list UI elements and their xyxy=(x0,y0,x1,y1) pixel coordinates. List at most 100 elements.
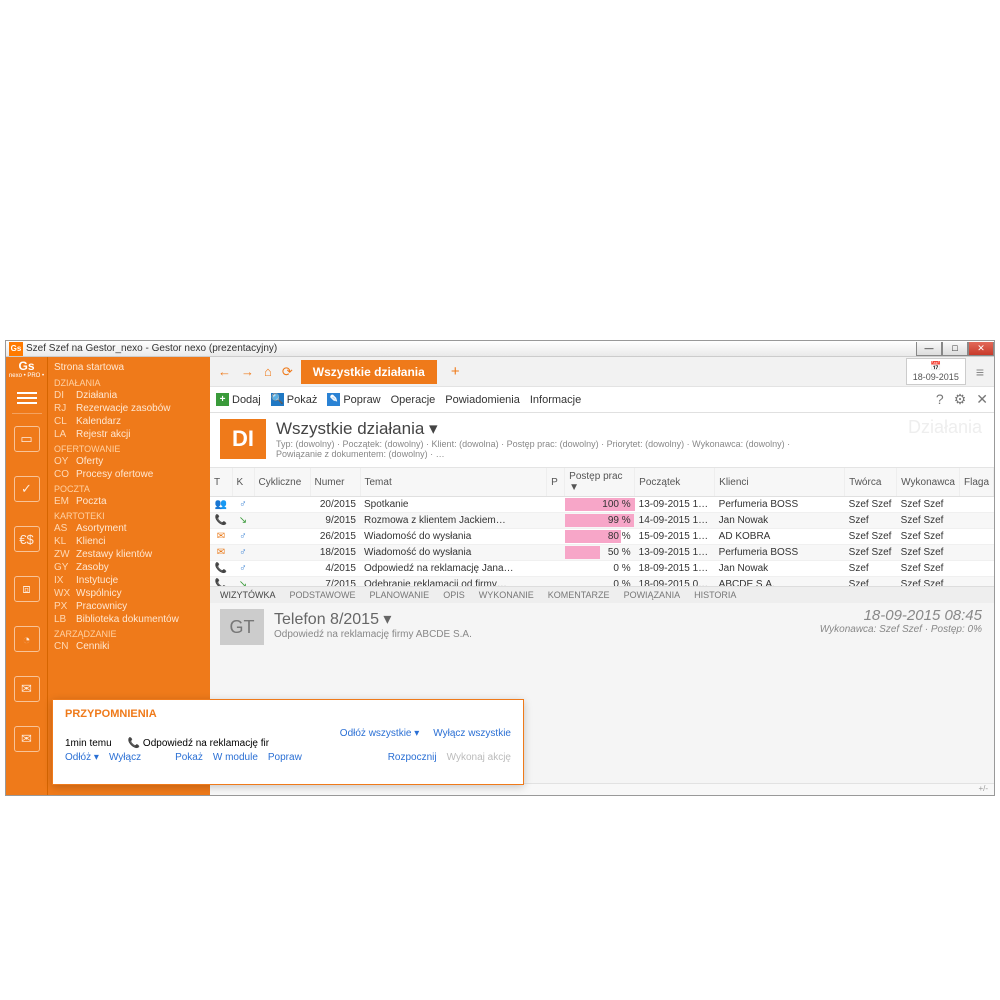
do-action-link: Wykonaj akcję xyxy=(447,752,511,763)
postpone-link[interactable]: Odłóż ▾ xyxy=(65,752,99,763)
show-link[interactable]: Pokaż xyxy=(175,752,203,763)
maximize-button[interactable]: □ xyxy=(942,342,968,356)
sidebar-item[interactable]: RJRezerwacje zasobów xyxy=(48,402,210,415)
sidebar-item[interactable]: KLKlienci xyxy=(48,535,210,548)
col-start[interactable]: Początek xyxy=(635,468,715,497)
col-k[interactable]: K xyxy=(232,468,254,497)
sidebar-item[interactable]: CNCenniki xyxy=(48,640,210,653)
close-view-icon[interactable]: ✕ xyxy=(976,391,988,408)
hamburger-icon[interactable] xyxy=(17,389,37,407)
col-p[interactable]: P xyxy=(547,468,565,497)
app-window: Gs Szef Szef na Gestor_nexo - Gestor nex… xyxy=(5,340,995,796)
start-link[interactable]: Rozpocznij xyxy=(388,752,437,763)
filter-summary-2[interactable]: Powiązanie z dokumentem: (dowolny) · … xyxy=(276,449,790,459)
sidebar-item[interactable]: LARejestr akcji xyxy=(48,428,210,441)
table-row[interactable]: 👥♂20/2015Spotkanie100 %13-09-2015 1…Perf… xyxy=(210,497,994,513)
sidebar-item[interactable]: ASAsortyment xyxy=(48,522,210,535)
detail-tabs: WIZYTÓWKA PODSTAWOWE PLANOWANIE OPIS WYKONAN… xyxy=(210,586,994,603)
module-icon-mail[interactable]: ✉ xyxy=(14,726,40,752)
sidebar-section: DZIAŁANIA xyxy=(48,375,210,389)
detail-tab[interactable]: OPIS xyxy=(443,590,465,600)
postpone-all-link[interactable]: Odłóż wszystkie ▾ xyxy=(340,728,420,739)
detail-tab[interactable]: WYKONANIE xyxy=(479,590,534,600)
detail-executor: Wykonawca: Szef Szef · Postęp: 0% xyxy=(820,624,982,635)
off-all-link[interactable]: Wyłącz wszystkie xyxy=(433,728,511,739)
module-icon-money[interactable]: €$ xyxy=(14,526,40,552)
sidebar-item[interactable]: GYZasoby xyxy=(48,561,210,574)
table-row[interactable]: 📞↘9/2015Rozmowa z klientem Jackiem…99 %1… xyxy=(210,513,994,529)
sidebar-item[interactable]: COProcesy ofertowe xyxy=(48,468,210,481)
detail-tab[interactable]: HISTORIA xyxy=(694,590,736,600)
notif-button[interactable]: Powiadomienia xyxy=(445,394,520,406)
detail-title[interactable]: Telefon 8/2015 ▾ xyxy=(274,609,472,629)
data-grid[interactable]: T K Cykliczne Numer Temat P Postęp prac … xyxy=(210,468,994,586)
sidebar-start[interactable]: Strona startowa xyxy=(48,360,210,375)
col-flag[interactable]: Flaga xyxy=(959,468,993,497)
module-icon-cert[interactable]: ▭ xyxy=(14,426,40,452)
sidebar-item[interactable]: ZWZestawy klientów xyxy=(48,548,210,561)
sidebar-item[interactable]: EMPoczta xyxy=(48,495,210,508)
detail-datetime: 18-09-2015 08:45 xyxy=(820,607,982,624)
col-progress[interactable]: Postęp prac ▼ xyxy=(565,468,635,497)
off-link[interactable]: Wyłącz xyxy=(109,752,141,763)
iconbar: Gsnexo • PRO • ▭ ✓ €$ ⧈ ◔ ✉ ✉ xyxy=(6,357,48,795)
in-module-link[interactable]: W module xyxy=(213,752,258,763)
detail-tab[interactable]: WIZYTÓWKA xyxy=(220,590,276,600)
nav-fwd-icon[interactable]: → xyxy=(239,364,256,379)
tab-active[interactable]: Wszystkie działania xyxy=(301,360,437,384)
edit-button[interactable]: ✎Popraw xyxy=(327,393,380,406)
help-icon[interactable]: ? xyxy=(936,391,944,408)
col-creator[interactable]: Twórca xyxy=(845,468,897,497)
ops-button[interactable]: Operacje xyxy=(391,394,436,406)
close-button[interactable]: ✕ xyxy=(968,342,994,356)
titlebar: Gs Szef Szef na Gestor_nexo - Gestor nex… xyxy=(6,341,994,357)
col-subject[interactable]: Temat xyxy=(360,468,547,497)
edit-link[interactable]: Popraw xyxy=(268,752,302,763)
col-executor[interactable]: Wykonawca xyxy=(897,468,960,497)
sidebar-item[interactable]: IXInstytucje xyxy=(48,574,210,587)
detail-tab[interactable]: POWIĄZANIA xyxy=(624,590,681,600)
home-icon[interactable]: ⌂ xyxy=(262,364,274,379)
app-icon: Gs xyxy=(9,342,23,356)
minimize-button[interactable]: — xyxy=(916,342,942,356)
sidebar-section: KARTOTEKI xyxy=(48,508,210,522)
sidebar-item[interactable]: OYOferty xyxy=(48,455,210,468)
menu-icon[interactable]: ≡ xyxy=(972,364,988,380)
sidebar-item[interactable]: WXWspólnicy xyxy=(48,587,210,600)
col-cyclic[interactable]: Cykliczne xyxy=(254,468,310,497)
show-button[interactable]: 🔍Pokaż xyxy=(271,393,318,406)
sidebar-item[interactable]: CLKalendarz xyxy=(48,415,210,428)
view-badge: DI xyxy=(220,419,266,459)
info-button[interactable]: Informacje xyxy=(530,394,581,406)
module-icon-clock[interactable]: ◔ xyxy=(14,626,40,652)
sidebar-item[interactable]: PXPracownicy xyxy=(48,600,210,613)
nav-back-icon[interactable]: ← xyxy=(216,364,233,379)
col-clients[interactable]: Klienci xyxy=(715,468,845,497)
date-widget[interactable]: 📅18-09-2015 xyxy=(906,358,966,385)
add-button[interactable]: +Dodaj xyxy=(216,393,261,406)
view-title[interactable]: Wszystkie działania ▾ xyxy=(276,419,790,439)
table-row[interactable]: ✉♂18/2015Wiadomość do wysłania50 %13-09-… xyxy=(210,545,994,561)
module-icon-mail-out[interactable]: ✉ xyxy=(14,676,40,702)
detail-header: GT Telefon 8/2015 ▾ Odpowiedź na reklama… xyxy=(210,603,994,665)
col-num[interactable]: Numer xyxy=(310,468,360,497)
col-t[interactable]: T xyxy=(210,468,232,497)
filter-summary-1[interactable]: Typ: (dowolny) · Początek: (dowolny) · K… xyxy=(276,439,790,449)
gear-icon[interactable]: ⚙ xyxy=(954,391,967,408)
reminder-popup: PRZYPOMNIENIA Odłóż wszystkie ▾ Wyłącz w… xyxy=(52,699,524,785)
sidebar-item[interactable]: DIDziałania xyxy=(48,389,210,402)
module-icon-calendar[interactable]: ⧈ xyxy=(14,576,40,602)
table-row[interactable]: 📞♂4/2015Odpowiedź na reklamację Jana…0 %… xyxy=(210,561,994,577)
detail-tab[interactable]: PLANOWANIE xyxy=(370,590,430,600)
tab-add-icon[interactable]: + xyxy=(443,363,468,380)
detail-tab[interactable]: KOMENTARZE xyxy=(548,590,610,600)
module-icon-check[interactable]: ✓ xyxy=(14,476,40,502)
detail-subtitle: Odpowiedź na reklamację firmy ABCDE S.A. xyxy=(274,629,472,640)
reminder-item: Odpowiedź na reklamację fir xyxy=(143,738,269,749)
detail-tab[interactable]: PODSTAWOWE xyxy=(290,590,356,600)
sidebar-item[interactable]: LBBiblioteka dokumentów xyxy=(48,613,210,626)
table-row[interactable]: 📞↘7/2015Odebranie reklamacji od firmy…0 … xyxy=(210,577,994,587)
table-row[interactable]: ✉♂26/2015Wiadomość do wysłania80 %15-09-… xyxy=(210,529,994,545)
tabstrip: ← → ⌂ ⟳ Wszystkie działania + 📅18-09-201… xyxy=(210,357,994,387)
refresh-icon[interactable]: ⟳ xyxy=(280,364,295,380)
